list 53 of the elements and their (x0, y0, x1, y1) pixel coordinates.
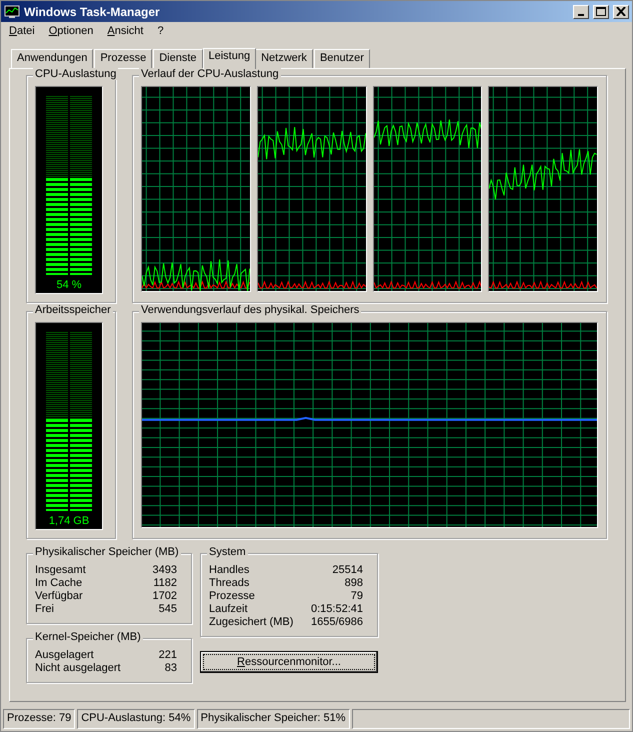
stat-value: 83 (164, 662, 177, 674)
stat-label: Zugesichert (MB) (209, 616, 294, 628)
minimize-button[interactable] (573, 4, 589, 18)
meter-reading: 54 % (56, 279, 82, 291)
tab[interactable]: Dienste (153, 49, 202, 68)
tab[interactable]: Prozesse (94, 49, 152, 68)
stat-label: Laufzeit (209, 603, 249, 615)
group-title: System (207, 546, 248, 558)
stat-label: Ausgelagert (35, 649, 95, 661)
status-text: Physikalischer Speicher: 51% (196, 709, 350, 729)
group-title: Kernel-Speicher (MB) (33, 631, 143, 643)
stat-label: Frei (35, 603, 55, 615)
stat-label: Insgesamt (35, 564, 87, 576)
stat-value: 3493 (152, 564, 177, 576)
stat-value: 25514 (331, 564, 363, 576)
window-title: Windows Task-Manager (24, 4, 161, 18)
status-text: Prozesse: 79 (3, 709, 76, 729)
stat-value: 1702 (152, 590, 177, 602)
menu-item[interactable]: Datei (9, 25, 35, 41)
close-icon (616, 7, 626, 16)
stat-label: Handles (209, 564, 250, 576)
stat-label: Im Cache (35, 577, 84, 589)
close-button[interactable] (613, 4, 629, 18)
stat-value: 79 (350, 590, 363, 602)
maximize-icon (596, 7, 606, 16)
menu-item[interactable]: Ansicht (107, 25, 144, 41)
resource-monitor-button[interactable]: Ressourcenmonitor... (200, 651, 378, 673)
monitor-icon (4, 4, 20, 18)
group-title: CPU-Auslastung (33, 68, 118, 80)
menu-item[interactable]: ? (157, 25, 164, 41)
stat-value: 1655/6986 (311, 616, 363, 628)
stat-label: Prozesse (209, 590, 256, 602)
tab[interactable]: Leistung (202, 48, 256, 69)
group-title: Verwendungsverlauf des physikal. Speichers (139, 304, 362, 316)
stat-value: 545 (158, 603, 177, 615)
stat-value: 0:15:52:41 (311, 603, 363, 615)
maximize-button[interactable] (593, 4, 609, 18)
stat-value: 1182 (152, 577, 177, 589)
stat-label: Threads (209, 577, 250, 589)
stat-value: 221 (158, 649, 177, 661)
tab[interactable]: Netzwerk (255, 49, 313, 68)
tab[interactable]: Anwendungen (11, 49, 94, 68)
stat-value: 898 (344, 577, 363, 589)
group-title: Physikalischer Speicher (MB) (33, 546, 181, 558)
stat-label: Nicht ausgelagert (35, 662, 122, 674)
group-title: Arbeitsspeicher (33, 304, 113, 316)
menu-item[interactable]: Optionen (48, 25, 94, 41)
group-title: Verlauf der CPU-Auslastung (139, 68, 281, 80)
minimize-icon (578, 14, 584, 16)
stat-label: Verfügbar (35, 590, 84, 602)
meter-reading: 1,74 GB (48, 515, 90, 527)
tab[interactable]: Benutzer (314, 49, 370, 68)
status-text: CPU-Auslastung: 54% (77, 709, 195, 729)
